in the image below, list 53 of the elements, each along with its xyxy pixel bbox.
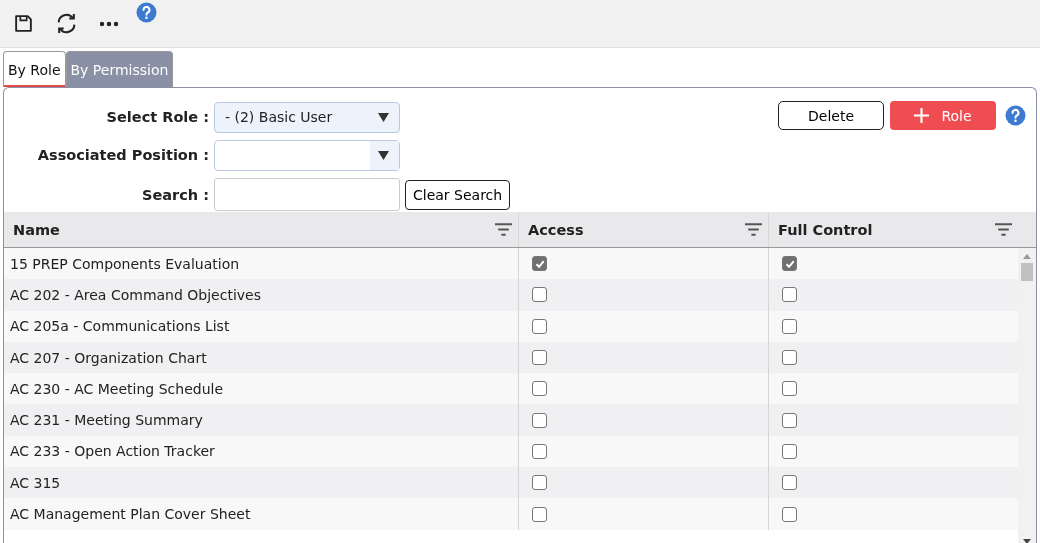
column-header[interactable]: Name — [4, 212, 518, 247]
scrollbar[interactable] — [1018, 248, 1036, 543]
column-header[interactable]: Full Control — [768, 212, 1018, 247]
checkbox[interactable] — [782, 475, 797, 491]
checkbox[interactable] — [782, 506, 797, 522]
table-cell: AC 202 - Area Command Objectives — [10, 286, 261, 303]
add-role-button[interactable]: Role — [890, 101, 996, 130]
checkbox[interactable] — [532, 256, 547, 272]
table-cell: AC 233 - Open Action Tracker — [10, 443, 215, 460]
table-cell: AC 230 - AC Meeting Schedule — [10, 380, 223, 397]
checkbox[interactable] — [782, 256, 797, 272]
table-cell: AC 231 - Meeting Summary — [10, 412, 203, 429]
checkbox[interactable] — [532, 506, 547, 522]
checkbox[interactable] — [782, 318, 797, 334]
caret-icon — [378, 112, 389, 122]
checkbox[interactable] — [532, 443, 547, 459]
search-field[interactable] — [214, 178, 400, 212]
help-icon[interactable] — [136, 2, 157, 23]
delete-button[interactable]: Delete — [778, 101, 884, 130]
scroll-thumb[interactable] — [1021, 263, 1033, 281]
field-label: Associated Position : — [36, 147, 209, 164]
checkbox[interactable] — [782, 412, 797, 428]
checkbox[interactable] — [532, 318, 547, 334]
filter-icon[interactable] — [995, 223, 1012, 236]
checkbox[interactable] — [532, 412, 547, 428]
table-cell: AC Management Plan Cover Sheet — [10, 506, 251, 522]
field-label: Search : — [141, 186, 209, 203]
tab[interactable]: By Role — [3, 51, 66, 87]
column-header[interactable]: Access — [518, 212, 768, 247]
checkbox[interactable] — [532, 475, 547, 491]
filter-icon[interactable] — [745, 223, 762, 236]
checkbox[interactable] — [532, 381, 547, 397]
scroll-up-icon[interactable] — [1023, 254, 1031, 259]
help-icon[interactable] — [1005, 105, 1026, 126]
checkbox[interactable] — [532, 287, 547, 303]
checkbox[interactable] — [782, 287, 797, 303]
plus-icon — [914, 108, 930, 123]
table-cell: 15 PREP Components Evaluation — [10, 255, 240, 272]
save-icon[interactable] — [13, 13, 34, 34]
checkbox[interactable] — [532, 350, 547, 366]
role-dropdown[interactable]: - (2) Basic User — [214, 101, 400, 133]
more-icon[interactable] — [99, 20, 119, 27]
scroll-down-icon[interactable] — [1023, 539, 1031, 543]
checkbox[interactable] — [782, 381, 797, 397]
filter-icon[interactable] — [495, 223, 512, 236]
field-label: Select Role : — [105, 109, 209, 126]
checkbox[interactable] — [782, 350, 797, 366]
checkbox[interactable] — [782, 443, 797, 459]
table-cell: AC 207 - Organization Chart — [10, 349, 207, 366]
table-cell: AC 205a - Communications List — [10, 318, 230, 335]
caret-icon — [378, 151, 389, 160]
clear-search-button[interactable]: Clear Search — [405, 179, 511, 210]
table-cell: AC 315 — [10, 474, 61, 491]
